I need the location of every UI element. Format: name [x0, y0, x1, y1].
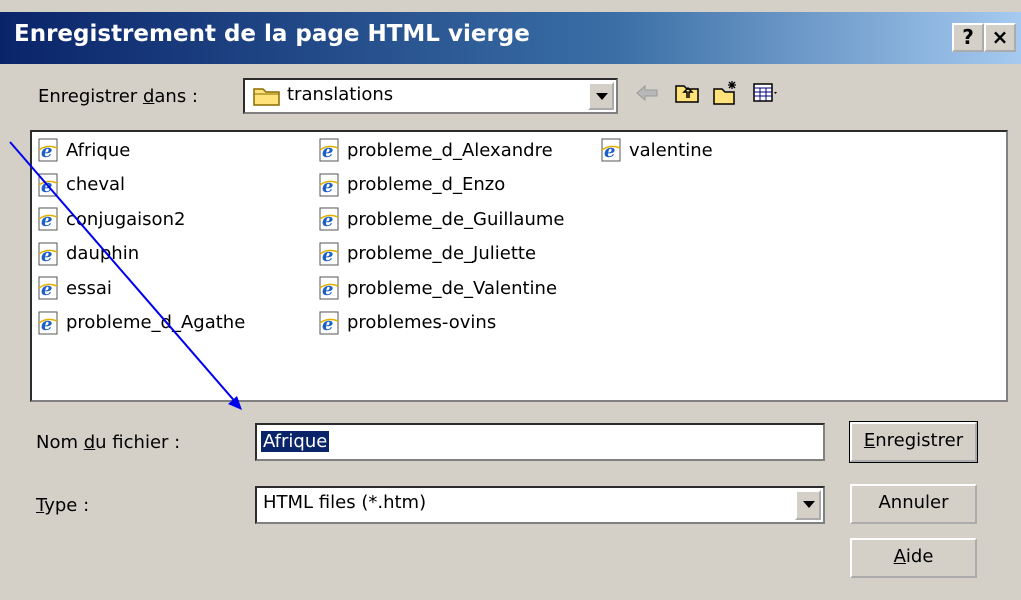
save-dialog: Enregistrement de la page HTML vierge ? …: [0, 0, 1021, 600]
annotation-arrow: [9, 141, 242, 410]
